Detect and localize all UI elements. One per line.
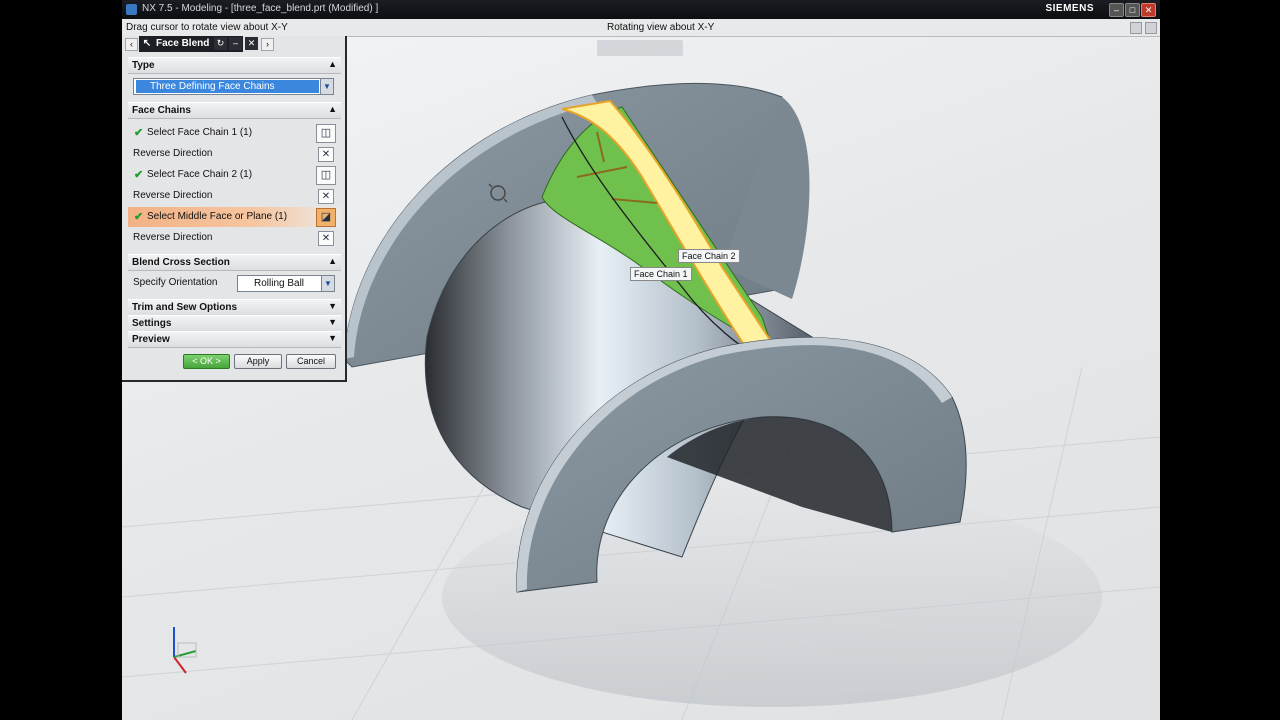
blend-cross-section-label: Blend Cross Section [132,257,230,268]
dialog-close-icon[interactable]: ✕ [245,37,258,50]
nx-main-window: NX 7.5 - Modeling - [three_face_blend.pr… [122,0,1160,720]
reverse-direction-3-row: Reverse Direction ✕ [128,228,341,248]
check-icon: ✔ [134,127,144,139]
title-bar: NX 7.5 - Modeling - [three_face_blend.pr… [122,0,1160,19]
select-face-chain-2-label: Select Face Chain 2 (1) [147,169,253,180]
ok-button[interactable]: < OK > [183,354,230,369]
cancel-button[interactable]: Cancel [286,354,336,369]
select-face-chain-2-row[interactable]: ✔ Select Face Chain 2 (1) ◫ [128,165,341,185]
type-select[interactable]: Three Defining Face Chains ▼ [133,78,334,95]
middle-face-select-icon[interactable]: ◪ [316,208,336,227]
collapse-icon[interactable]: – [229,37,242,50]
reverse-direction-3-label: Reverse Direction [133,232,213,243]
chevron-up-icon: ▲ [328,104,337,114]
reverse-direction-2-icon[interactable]: ✕ [318,189,334,204]
chevron-down-icon: ▼ [328,301,337,311]
apply-button[interactable]: Apply [234,354,282,369]
type-group-header[interactable]: Type ▲ [128,57,341,74]
face-blend-dialog: ‹ ↖ Face Blend ↻ – ✕ › Type ▲ Three Defin… [122,36,347,382]
trim-sew-group-header[interactable]: Trim and Sew Options ▼ [128,299,341,316]
trim-sew-label: Trim and Sew Options [132,302,238,313]
type-select-value: Three Defining Face Chains [136,80,319,93]
select-face-chain-1-label: Select Face Chain 1 (1) [147,127,253,138]
chevron-down-icon: ▼ [328,333,337,343]
reset-icon[interactable]: ↻ [214,37,227,50]
reverse-direction-2-label: Reverse Direction [133,190,213,201]
cue-line: Drag cursor to rotate view about X-Y Rot… [122,19,1160,37]
face-chain-2-label: Face Chain 2 [678,249,740,263]
nav-forward-icon[interactable]: › [261,38,274,51]
dialog-title: Face Blend [156,38,210,49]
dropdown-arrow-icon: ▼ [321,276,334,291]
check-icon: ✔ [134,169,144,181]
restore-view-icon[interactable] [1130,22,1142,34]
siemens-logo: SIEMENS [1045,3,1094,14]
preview-group-header[interactable]: Preview ▼ [128,331,341,348]
reverse-direction-1-icon[interactable]: ✕ [318,147,334,162]
dialog-title-tab: ↖ Face Blend [139,36,243,52]
wcs-triad-icon [173,627,197,674]
orientation-select[interactable]: Rolling Ball ▼ [237,275,335,292]
chevron-up-icon: ▲ [328,59,337,69]
minimize-icon[interactable]: – [1109,3,1124,17]
chevron-up-icon: ▲ [328,256,337,266]
blend-cross-section-group-header[interactable]: Blend Cross Section ▲ [128,254,341,271]
specify-orientation-label: Specify Orientation [133,277,218,288]
preview-label: Preview [132,334,170,345]
chevron-down-icon: ▼ [328,317,337,327]
settings-group-header[interactable]: Settings ▼ [128,315,341,332]
check-icon: ✔ [134,211,144,223]
nav-back-icon[interactable]: ‹ [125,38,138,51]
select-middle-face-label: Select Middle Face or Plane (1) [147,211,288,222]
settings-label: Settings [132,318,172,329]
face-blend-icon: ↖ [142,38,152,49]
select-middle-face-row[interactable]: ✔ Select Middle Face or Plane (1) ◪ [128,207,341,227]
face-select-icon[interactable]: ◫ [316,124,336,143]
close-icon[interactable]: ✕ [1141,3,1156,17]
dropdown-arrow-icon: ▼ [320,79,333,94]
reverse-direction-3-icon[interactable]: ✕ [318,231,334,246]
maximize-icon[interactable]: □ [1125,3,1140,17]
face-chain-1-label: Face Chain 1 [630,267,692,281]
window-title: NX 7.5 - Modeling - [three_face_blend.pr… [142,3,379,14]
orientation-select-value: Rolling Ball [254,278,305,289]
nx-app-icon [126,4,137,15]
status-line: Rotating view about X-Y [607,22,715,33]
face-chains-group-header[interactable]: Face Chains ▲ [128,102,341,119]
select-face-chain-1-row[interactable]: ✔ Select Face Chain 1 (1) ◫ [128,123,341,143]
window-maximize-icon[interactable] [1145,22,1157,34]
face-chains-group-label: Face Chains [132,105,191,116]
reverse-direction-1-row: Reverse Direction ✕ [128,144,341,164]
cue-prompt: Drag cursor to rotate view about X-Y [126,22,288,33]
dialog-header: ‹ ↖ Face Blend ↻ – ✕ › [122,36,345,52]
reverse-direction-1-label: Reverse Direction [133,148,213,159]
type-group-label: Type [132,60,155,71]
face-select-icon[interactable]: ◫ [316,166,336,185]
reverse-direction-2-row: Reverse Direction ✕ [128,186,341,206]
